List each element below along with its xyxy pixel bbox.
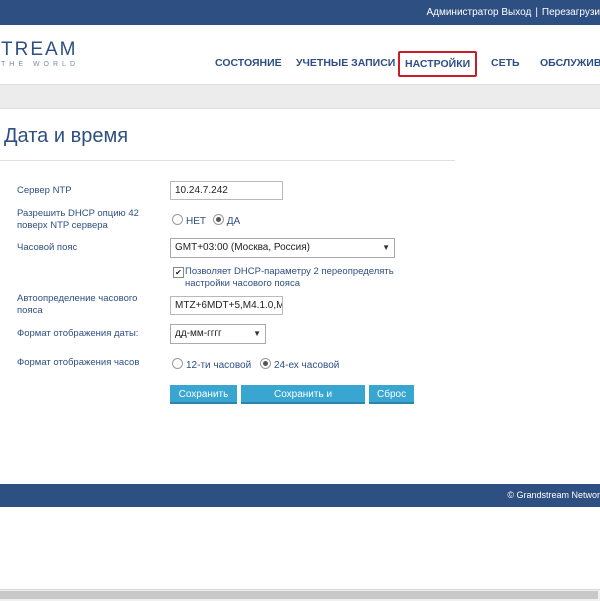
main-nav: СОСТОЯНИЕ УЧЕТНЫЕ ЗАПИСИ НАСТРОЙКИ СЕТЬ … — [0, 25, 600, 85]
chevron-down-icon: ▼ — [382, 243, 390, 252]
top-separator: | — [535, 7, 538, 18]
radio-12h[interactable] — [172, 358, 183, 369]
time-24h-option[interactable]: 24-ех часовой — [259, 358, 340, 371]
timezone-select[interactable]: GMT+03:00 (Москва, Россия) ▼ — [170, 238, 395, 258]
top-bar: Администратор Выход | Перезагрузи — [0, 0, 600, 25]
date-format-value: дд-мм-гггг — [175, 328, 222, 339]
time-12h-option[interactable]: 12-ти часовой — [172, 358, 252, 371]
save-apply-button[interactable]: Сохранить и применить — [241, 385, 365, 419]
auto-tz-label: Автоопределение часового пояса — [17, 293, 138, 316]
nav-maintenance[interactable]: ОБСЛУЖИВА — [540, 57, 600, 69]
dhcp42-label: Разрешить DHCP опцию 42 поверх NTP серве… — [17, 208, 139, 231]
chevron-down-icon: ▼ — [253, 329, 261, 338]
nav-network[interactable]: СЕТЬ — [491, 57, 520, 69]
dhcp2-override-checkbox[interactable]: ✔ — [173, 267, 184, 278]
top-links: Администратор Выход | Перезагрузи — [426, 7, 600, 18]
sub-nav-bar — [0, 85, 600, 109]
auto-tz-input[interactable]: MTZ+6MDT+5,M4.1.0,M — [170, 296, 283, 315]
dhcp42-yes-option[interactable]: ДА — [212, 214, 241, 227]
date-format-select[interactable]: дд-мм-гггг ▼ — [170, 324, 266, 344]
nav-accounts[interactable]: УЧЕТНЫЕ ЗАПИСИ — [296, 57, 395, 69]
timezone-value: GMT+03:00 (Москва, Россия) — [175, 242, 311, 253]
radio-12h-label: 12-ти часовой — [186, 360, 252, 371]
radio-yes-label: ДА — [226, 216, 241, 227]
ntp-server-label: Сервер NTP — [17, 185, 72, 196]
scrollbar-thumb[interactable] — [0, 591, 598, 599]
horizontal-scrollbar[interactable] — [0, 589, 600, 601]
time-format-radio-group: 12-ти часовой 24-ех часовой — [172, 358, 339, 371]
nav-settings[interactable]: НАСТРОЙКИ — [398, 51, 478, 77]
radio-yes[interactable] — [212, 214, 224, 225]
radio-24h[interactable] — [259, 358, 271, 369]
ntp-server-input[interactable]: 10.24.7.242 — [170, 181, 283, 200]
dhcp42-no-option[interactable]: НЕТ — [172, 214, 206, 227]
date-format-label: Формат отображения даты: — [17, 328, 139, 339]
footer: © Grandstream Networ — [0, 484, 600, 507]
logout-link[interactable]: Выход — [501, 7, 531, 18]
timezone-label: Часовой пояс — [17, 242, 78, 253]
save-button[interactable]: Сохранить — [170, 385, 237, 404]
radio-no-label: НЕТ — [186, 216, 206, 227]
user-name: Администратор — [426, 7, 499, 18]
title-divider — [0, 160, 455, 161]
dhcp2-override-label: Позволяет DHCP-параметру 2 переопределят… — [185, 266, 394, 289]
reboot-link[interactable]: Перезагрузи — [542, 7, 600, 18]
page-title: Дата и время — [4, 125, 129, 147]
time-format-label: Формат отображения часов — [17, 357, 140, 368]
radio-24h-label: 24-ех часовой — [273, 360, 340, 371]
radio-no[interactable] — [172, 214, 183, 225]
dhcp42-radio-group: НЕТ ДА — [172, 214, 240, 227]
reset-button[interactable]: Сброс — [369, 385, 414, 404]
footer-copyright: © Grandstream Networ — [507, 490, 600, 500]
nav-status[interactable]: СОСТОЯНИЕ — [215, 57, 282, 69]
